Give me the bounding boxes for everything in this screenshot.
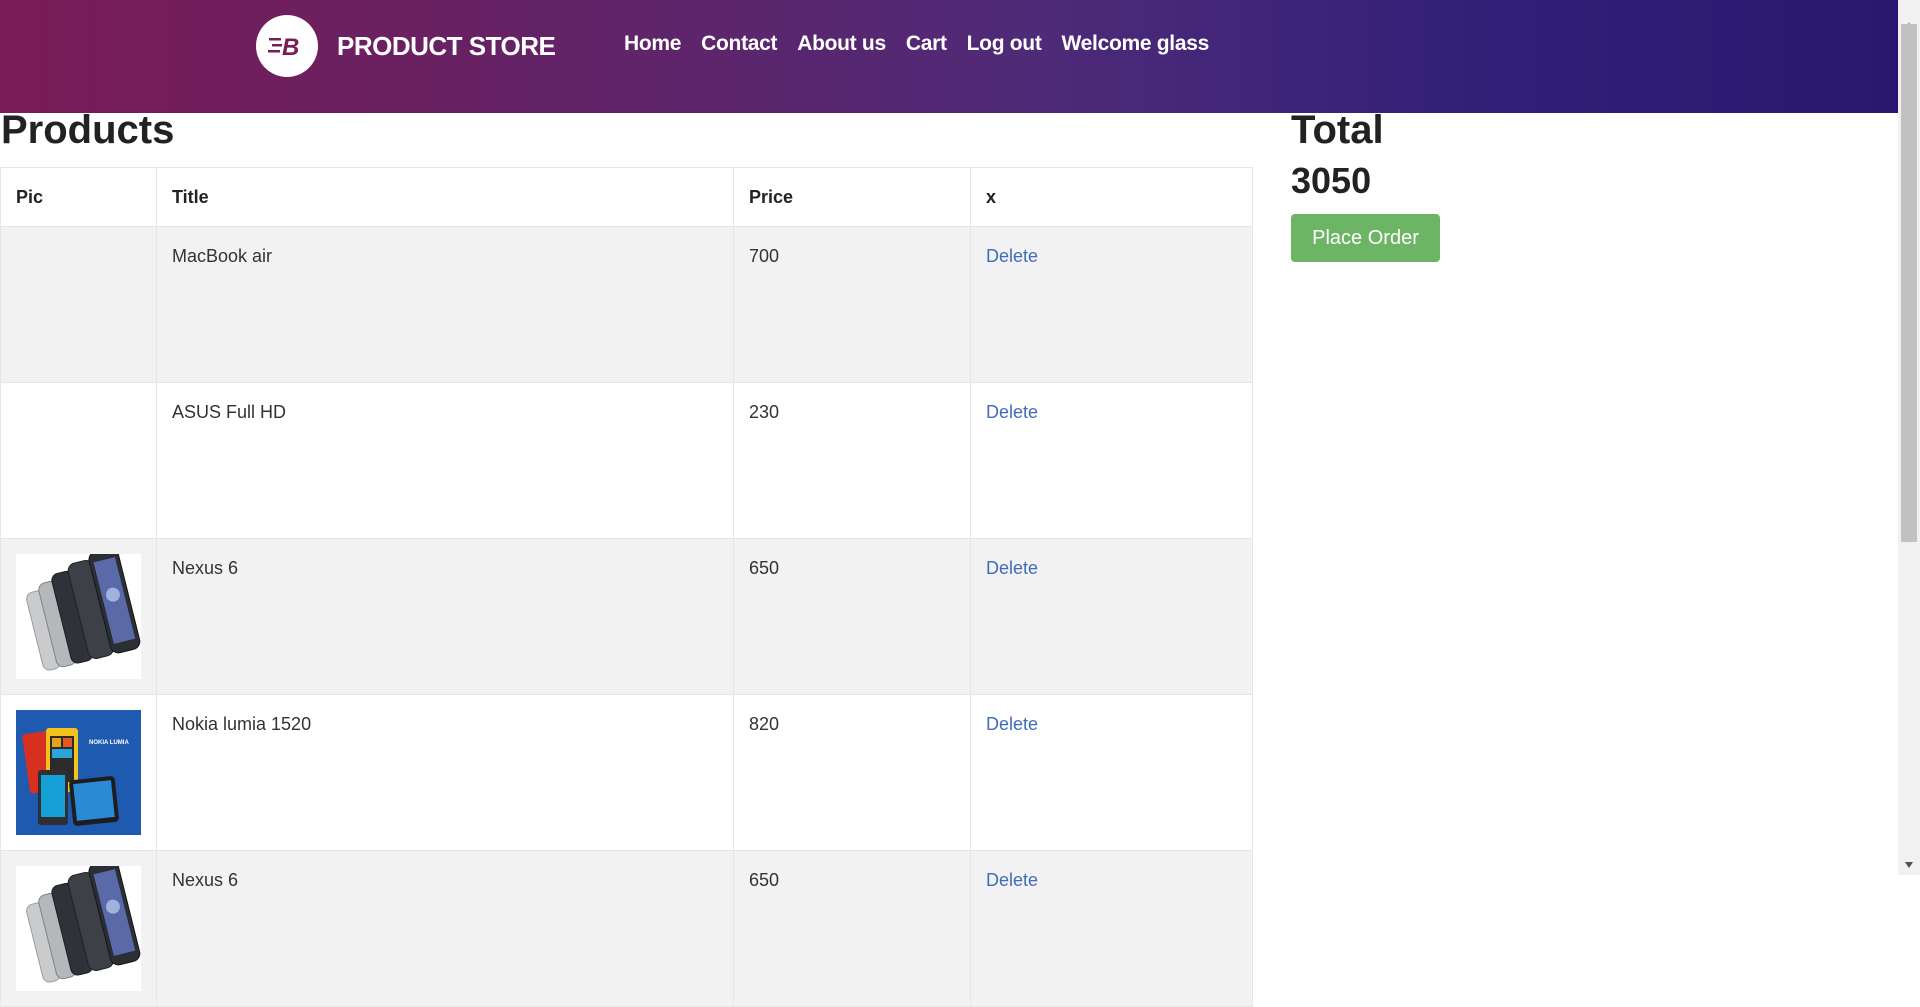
nav-links: Home Contact About us Cart Log out Welco… [624,32,1229,56]
scrollbar-thumb[interactable] [1901,24,1917,542]
navbar: B PRODUCT STORE Home Contact About us Ca… [0,0,1898,113]
table-row: ASUS Full HD 230 Delete [0,382,1253,539]
product-title: MacBook air [156,226,734,383]
column-header-pic: Pic [0,167,157,227]
product-price: 650 [733,538,971,695]
nav-log-out[interactable]: Log out [967,32,1042,56]
product-title: Nexus 6 [156,850,734,1007]
svg-text:NOKIA LUMIA: NOKIA LUMIA [89,740,129,746]
delete-cell: Delete [970,850,1253,1007]
product-title: Nexus 6 [156,538,734,695]
nav-welcome-user[interactable]: Welcome glass [1062,32,1210,56]
product-price: 820 [733,694,971,851]
nav-about-us[interactable]: About us [797,32,886,56]
column-header-title: Title [156,167,734,227]
nexus-phones-image [16,554,141,679]
nav-home[interactable]: Home [624,32,681,56]
delete-link[interactable]: Delete [986,870,1038,890]
delete-link[interactable]: Delete [986,402,1038,422]
brand-name: PRODUCT STORE [337,30,556,61]
product-price: 650 [733,850,971,1007]
product-pic-cell [0,538,157,695]
product-pic-cell [0,226,157,383]
table-row: Nexus 6 650 Delete [0,538,1253,695]
column-header-price: Price [733,167,971,227]
table-row: NOKIA LUMIA Nokia lumia 1520 820 Delete [0,694,1253,851]
product-price: 700 [733,226,971,383]
scroll-down-arrow-icon[interactable] [1905,862,1913,868]
column-header-delete: x [970,167,1253,227]
delete-cell: Delete [970,382,1253,539]
total-value: 3050 [1291,160,1372,201]
table-row: Nexus 6 650 Delete [0,850,1253,1007]
product-price: 230 [733,382,971,539]
product-title: ASUS Full HD [156,382,734,539]
delete-link[interactable]: Delete [986,714,1038,734]
delete-link[interactable]: Delete [986,246,1038,266]
product-title: Nokia lumia 1520 [156,694,734,851]
product-pic-cell: NOKIA LUMIA [0,694,157,851]
delete-cell: Delete [970,226,1253,383]
cart-table: Pic Title Price x MacBook air 700 Delete… [0,167,1253,1007]
table-header-row: Pic Title Price x [0,167,1253,227]
table-row: MacBook air 700 Delete [0,226,1253,383]
delete-link[interactable]: Delete [986,558,1038,578]
nav-cart[interactable]: Cart [906,32,947,56]
delete-cell: Delete [970,538,1253,695]
delete-cell: Delete [970,694,1253,851]
place-order-button[interactable]: Place Order [1291,214,1440,262]
nav-contact[interactable]: Contact [701,32,777,56]
svg-text:B: B [282,34,299,59]
nexus-phones-image [16,866,141,991]
total-heading: Total [1291,108,1384,152]
brand-logo-icon: B [256,15,318,77]
product-pic-cell [0,382,157,539]
brand[interactable]: B PRODUCT STORE [256,15,556,77]
products-heading: Products [1,108,175,152]
nokia-lumia-image: NOKIA LUMIA [16,710,141,835]
product-pic-cell [0,850,157,1007]
